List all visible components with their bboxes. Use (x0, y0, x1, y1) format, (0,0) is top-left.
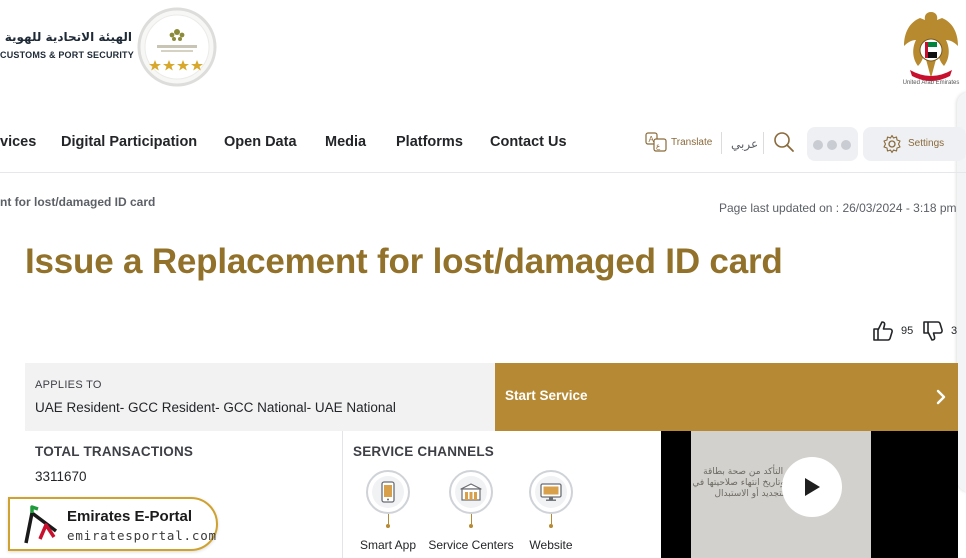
page-title: Issue a Replacement for lost/damaged ID … (25, 242, 783, 281)
thumbs-down-icon (923, 321, 943, 341)
settings-button[interactable]: Settings (863, 127, 966, 161)
total-transactions-label: TOTAL TRANSACTIONS (35, 444, 194, 459)
dot-icon (827, 140, 837, 150)
monitor-icon (540, 483, 562, 501)
service-channels-label: SERVICE CHANNELS (353, 444, 494, 459)
channel-name: Service Centers (428, 538, 514, 552)
updated-label: Page last updated on : (719, 201, 840, 215)
divider (763, 132, 764, 154)
watermark-url: emiratesportal.com (67, 528, 217, 543)
channel-smart-app[interactable]: Smart App (357, 470, 419, 552)
like-button[interactable]: 95 (872, 320, 913, 342)
translate-icon: A ع (645, 132, 667, 152)
channel-connector-dot (549, 524, 553, 528)
gear-icon (883, 134, 901, 154)
channel-icon-ring (366, 470, 410, 514)
header-divider (0, 172, 966, 173)
emirates-eportal-watermark: Emirates E-Portal emiratesportal.com (8, 497, 218, 551)
video-thumbnail: يمكنك التأكد من صحة بطاقة الهوية وتاريخ … (691, 431, 871, 558)
breadcrumb[interactable]: nt for lost/damaged ID card (0, 195, 155, 209)
channel-icon-bg (372, 476, 404, 508)
nav-item-services[interactable]: vices (0, 134, 36, 150)
search-icon[interactable] (773, 131, 795, 153)
nav-item-media[interactable]: Media (325, 134, 366, 150)
divider (721, 132, 722, 154)
start-service-label: Start Service (505, 388, 588, 403)
start-service-button[interactable]: Start Service (495, 363, 958, 431)
channel-website[interactable]: Website (520, 470, 582, 552)
applies-to-label: APPLIES TO (35, 379, 102, 391)
channel-icon-ring (449, 470, 493, 514)
dislike-button[interactable]: 3 (922, 320, 957, 342)
translate-label: Translate (671, 136, 713, 148)
play-icon (805, 478, 820, 496)
total-transactions-value: 3311670 (35, 469, 87, 484)
channel-connector-dot (386, 524, 390, 528)
thumbs-up-icon (873, 321, 893, 341)
video-overlay-text: يمكنك التأكد من صحة بطاقة الهوية وتاريخ … (692, 467, 809, 499)
column-divider (342, 431, 343, 558)
chevron-right-icon (936, 389, 946, 405)
channel-connector-dot (469, 524, 473, 528)
authority-logo-text[interactable]: الهيئة الاتحادية للهوية CUSTOMS & PORT S… (0, 30, 134, 60)
page-last-updated: Page last updated on : 26/03/2024 - 3:18… (719, 201, 957, 215)
uae-caption: United Arab Emirates (902, 80, 960, 86)
channel-name: Smart App (359, 538, 417, 552)
nav-item-contact-us[interactable]: Contact Us (490, 134, 567, 150)
nav-item-open-data[interactable]: Open Data (224, 134, 297, 150)
settings-label: Settings (908, 138, 945, 149)
authority-emblem-icon[interactable] (137, 5, 217, 89)
dot-icon (841, 140, 851, 150)
channel-icon-bg (455, 476, 487, 508)
dot-icon (813, 140, 823, 150)
accessibility-dots-button[interactable] (807, 127, 858, 161)
channel-service-centers[interactable]: Service Centers (427, 470, 515, 552)
logo-arabic-name: الهيئة الاتحادية للهوية (4, 30, 132, 44)
eportal-logo-icon (24, 505, 58, 544)
uae-falcon-emblem-icon[interactable] (896, 6, 966, 90)
channel-connector (470, 514, 472, 524)
channel-connector (387, 514, 389, 524)
updated-value: 26/03/2024 - 3:18 pm (842, 201, 957, 215)
logo-english-name: CUSTOMS & PORT SECURITY (0, 50, 134, 60)
smartphone-icon (381, 481, 395, 503)
building-icon (460, 483, 482, 501)
channel-icon-bg (535, 476, 567, 508)
channel-connector (550, 514, 552, 524)
applies-to-value: UAE Resident- GCC Resident- GCC National… (35, 400, 396, 415)
like-count: 95 (901, 325, 914, 337)
play-button[interactable] (782, 457, 842, 517)
watermark-title: Emirates E-Portal (67, 508, 193, 525)
translate-button[interactable]: A ع Translate (645, 132, 712, 152)
service-video[interactable]: يمكنك التأكد من صحة بطاقة الهوية وتاريخ … (661, 431, 958, 558)
applies-to-panel: APPLIES TO UAE Resident- GCC Resident- G… (25, 363, 495, 431)
dislike-count: 3 (951, 325, 958, 337)
nav-item-digital-participation[interactable]: Digital Participation (61, 134, 197, 150)
channel-icon-ring (529, 470, 573, 514)
arabic-language-button[interactable]: عربي (731, 137, 758, 151)
nav-item-platforms[interactable]: Platforms (396, 134, 463, 150)
channel-name: Website (529, 538, 573, 552)
